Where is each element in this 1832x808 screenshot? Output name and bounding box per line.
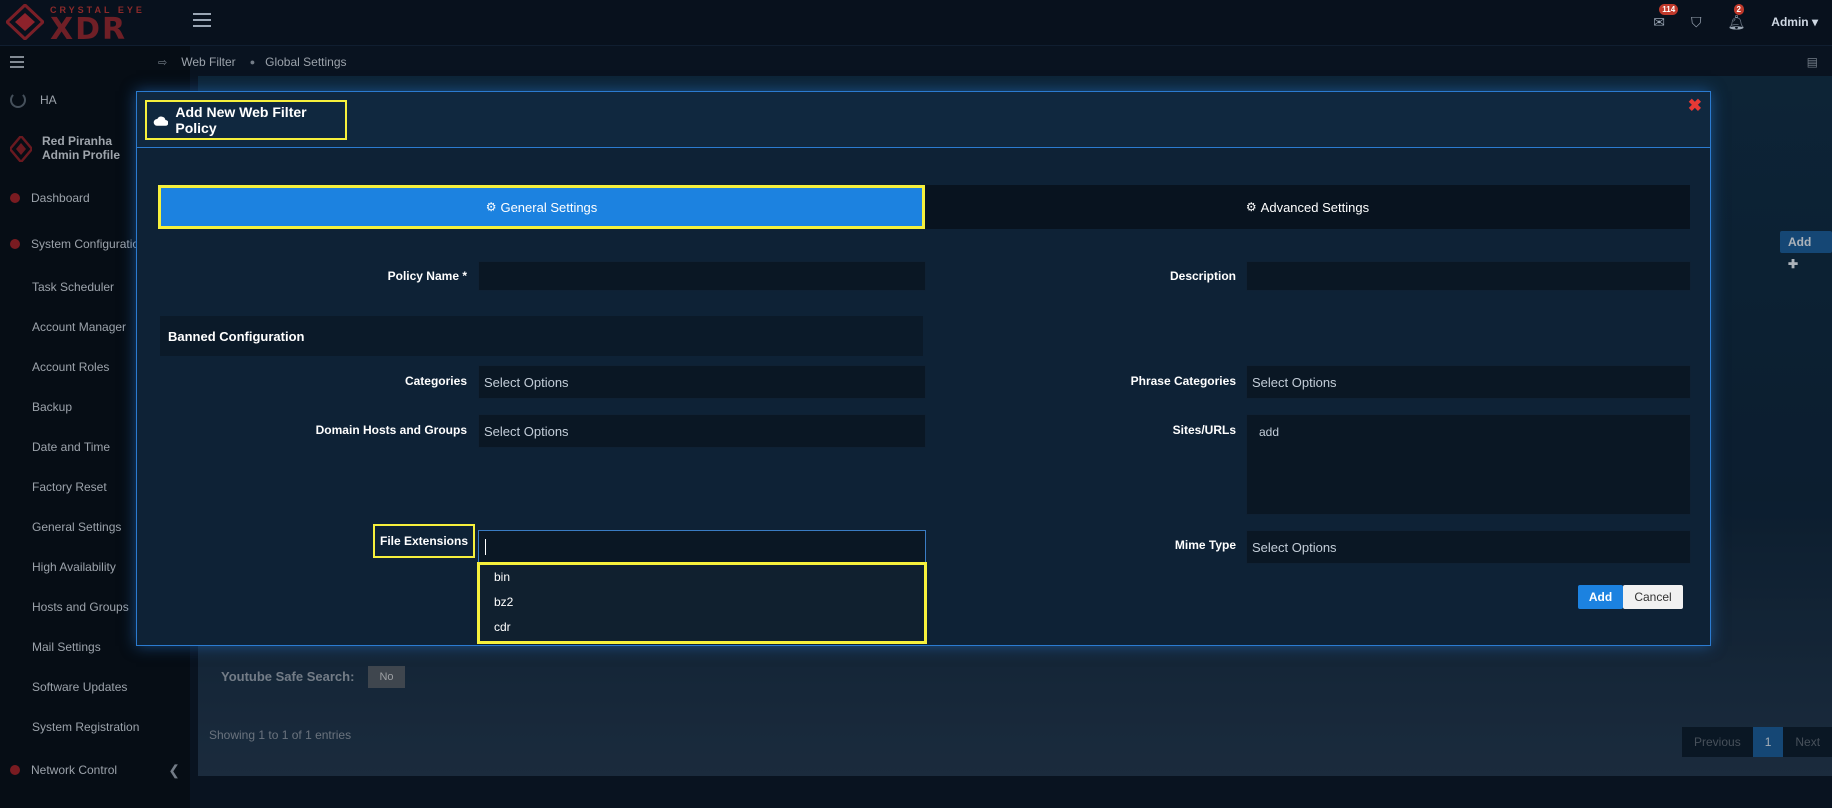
top-bar: CRYSTAL EYE XDR ✉ 114 ⛉ 🔔︎ 2 Admin ▾ [0, 0, 1832, 47]
sites-urls-add-tag[interactable]: add [1259, 425, 1279, 439]
description-input[interactable] [1246, 261, 1691, 291]
domain-hosts-placeholder: Select Options [484, 423, 569, 439]
file-extensions-input[interactable] [478, 530, 926, 564]
tab-label: General Settings [500, 199, 598, 215]
tab-label: Advanced Settings [1260, 199, 1370, 215]
modal-title: Add New Web Filter Policy [175, 104, 307, 136]
file-extensions-dropdown: bin bz2 cdr [477, 562, 927, 644]
admin-user-menu[interactable]: Admin ▾ [1771, 15, 1818, 29]
bell-icon[interactable]: 🔔︎ 2 [1728, 3, 1745, 31]
file-extensions-label: File Extensions [373, 524, 475, 558]
mime-type-placeholder: Select Options [1252, 539, 1337, 555]
banned-configuration-heading: Banned Configuration [160, 316, 923, 356]
dropdown-option-bin[interactable]: bin [480, 565, 924, 590]
mime-type-select[interactable]: Select Options [1246, 530, 1691, 564]
shield-icon[interactable]: ⛉ [1691, 14, 1702, 31]
phrase-categories-select[interactable]: Select Options [1246, 365, 1691, 399]
brand-name: XDR [50, 12, 128, 47]
dropdown-option-cdr[interactable]: cdr [480, 615, 924, 640]
gear-icon: ⚙ [485, 200, 497, 214]
sites-urls-label: Sites/URLs [1172, 423, 1236, 437]
modal-header: Add New Web Filter Policy ✖ [137, 92, 1710, 148]
add-button[interactable]: Add [1578, 585, 1623, 609]
admin-label: Admin [1771, 15, 1809, 29]
cloud-icon [153, 116, 169, 126]
logo-mark-icon [6, 4, 44, 40]
modal-title-highlight: Add New Web Filter Policy [145, 100, 347, 140]
top-menu-toggle-icon[interactable] [193, 13, 211, 29]
phrase-categories-placeholder: Select Options [1252, 374, 1337, 390]
phrase-categories-label: Phrase Categories [1130, 374, 1236, 388]
dropdown-option-bz2[interactable]: bz2 [480, 590, 924, 615]
tab-advanced-settings[interactable]: ⚙ Advanced Settings [925, 185, 1690, 229]
sites-urls-input[interactable]: add [1246, 414, 1691, 515]
domain-hosts-label: Domain Hosts and Groups [315, 423, 467, 437]
policy-name-input[interactable] [478, 261, 926, 291]
notification-badge: 2 [1733, 3, 1744, 15]
categories-select[interactable]: Select Options [478, 365, 926, 399]
policy-name-label: Policy Name * [387, 269, 467, 283]
description-label: Description [1169, 269, 1236, 283]
categories-placeholder: Select Options [484, 374, 569, 390]
categories-label: Categories [404, 374, 467, 388]
mime-type-label: Mime Type [1174, 538, 1236, 552]
cancel-button[interactable]: Cancel [1623, 585, 1683, 609]
tab-general-settings[interactable]: ⚙ General Settings [158, 185, 925, 229]
mail-icon[interactable]: ✉ 114 [1653, 3, 1679, 31]
close-icon[interactable]: ✖ [1688, 96, 1702, 116]
add-web-filter-policy-modal: Add New Web Filter Policy ✖ ⚙ General Se… [136, 91, 1711, 646]
gears-icon: ⚙ [1245, 200, 1257, 214]
crystal-eye-logo[interactable]: CRYSTAL EYE XDR [6, 2, 166, 47]
domain-hosts-select[interactable]: Select Options [478, 414, 926, 448]
text-caret [485, 539, 486, 555]
mail-badge: 114 [1659, 3, 1679, 15]
caret-down-icon: ▾ [1811, 15, 1818, 29]
